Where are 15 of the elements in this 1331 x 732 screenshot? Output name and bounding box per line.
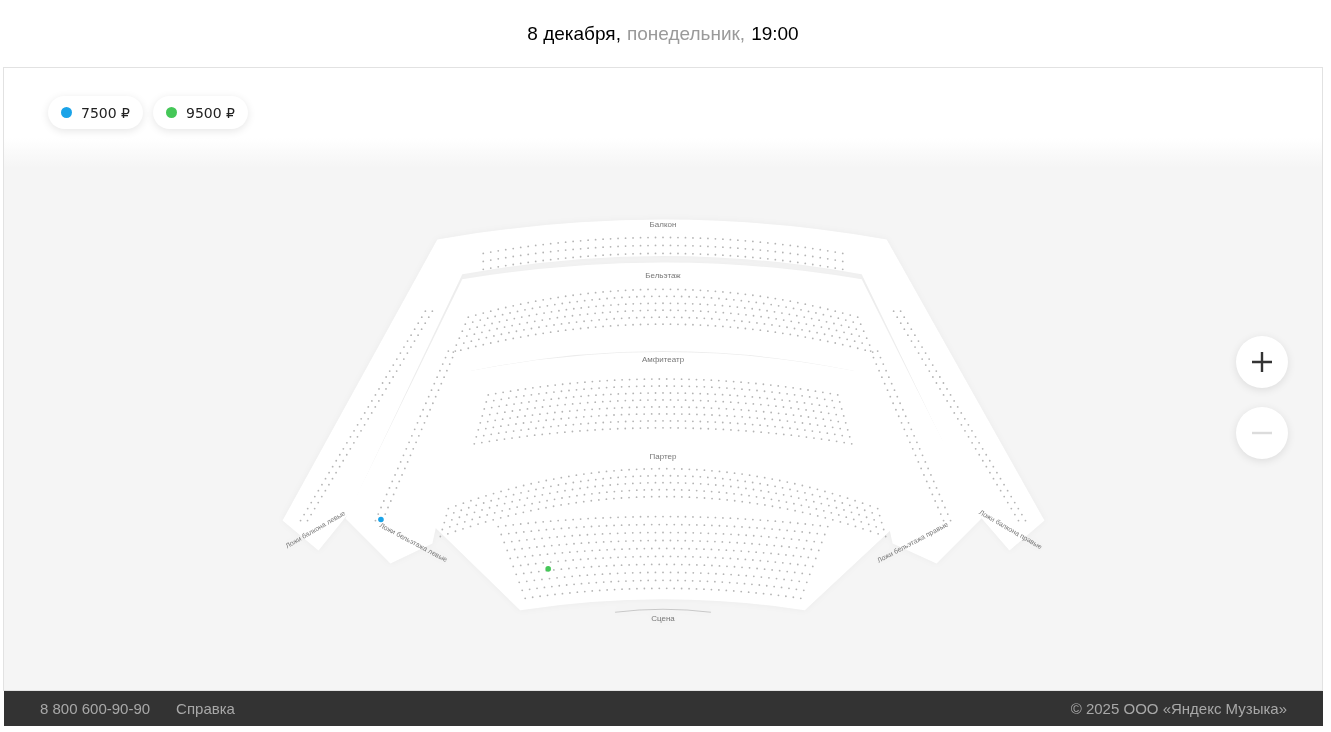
plus-icon [1251, 351, 1273, 373]
available-seat[interactable] [378, 516, 384, 523]
minus-icon [1251, 431, 1273, 435]
zoom-in-button[interactable] [1236, 336, 1288, 388]
price-chip[interactable]: 7500 ₽ [48, 96, 143, 129]
copyright-text: © 2025 ООО «Яндекс Музыка» [1070, 700, 1287, 717]
price-label: 7500 ₽ [81, 104, 130, 121]
event-weekday: понедельник, [626, 22, 746, 45]
phone-link[interactable]: 8 800 600-90-90 [40, 700, 151, 717]
help-link[interactable]: Справка [176, 700, 235, 717]
event-date: 8 декабря, [527, 22, 621, 45]
available-seat[interactable] [545, 566, 551, 572]
price-label: 9500 ₽ [186, 104, 235, 121]
event-time: 19:00 [751, 22, 799, 45]
price-chip[interactable]: 9500 ₽ [153, 96, 248, 129]
